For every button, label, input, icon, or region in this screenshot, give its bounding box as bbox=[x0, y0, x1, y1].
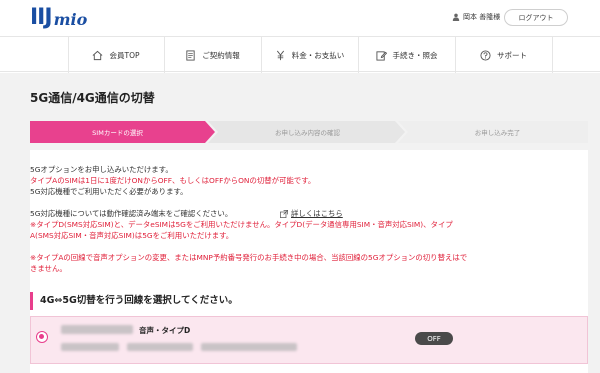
notice-line-8: きません。 bbox=[30, 264, 67, 273]
notice-line-6: A(SMS対応SIM・音声対応SIM)は5Gをご利用いただけます。 bbox=[30, 231, 234, 240]
yen-icon bbox=[276, 50, 284, 60]
nav-item-billing[interactable]: 料金・お支払い bbox=[262, 37, 359, 73]
notice-line-7: ※タイプAの回線で音声オプションの変更、またはMNP予約番号発行のお手続き中の場… bbox=[30, 253, 468, 262]
step-1-label: SIMカードの選択 bbox=[92, 129, 143, 137]
line-type-label: 音声・タイプD bbox=[139, 326, 191, 335]
user-name: 岡本 善隆様 bbox=[463, 13, 501, 21]
nav-label: 手続き・照会 bbox=[392, 50, 438, 60]
redacted-sim-id bbox=[61, 343, 119, 351]
external-link-icon bbox=[280, 209, 288, 218]
nav-item-procedures[interactable]: 手続き・照会 bbox=[359, 37, 456, 73]
redacted-line-detail bbox=[201, 343, 297, 351]
nav-item-support[interactable]: サポート bbox=[456, 37, 553, 73]
site-header: IIJ mio 岡本 善隆様 ログアウト bbox=[0, 0, 600, 33]
user-icon bbox=[452, 13, 460, 21]
document-icon bbox=[186, 49, 195, 61]
user-info: 岡本 善隆様 bbox=[452, 12, 500, 22]
details-link-label: 詳しくはこちら bbox=[291, 209, 343, 218]
home-icon bbox=[93, 50, 103, 60]
nav-label: 会員TOP bbox=[109, 50, 140, 60]
main-nav: 会員TOP ご契約情報 料金・お支払い 手続き・照会 サポート bbox=[0, 36, 600, 73]
notice-line-2: タイプAのSIMは1日に1度だけONからOFF、もしくはOFFからONの切替が可… bbox=[30, 176, 316, 185]
iijmio-logo[interactable]: IIJ mio bbox=[30, 5, 87, 29]
redacted-sim-detail bbox=[127, 343, 193, 351]
details-link[interactable]: 詳しくはこちら bbox=[280, 208, 343, 219]
nav-item-member-top[interactable]: 会員TOP bbox=[67, 37, 165, 73]
step-3-label: お申し込み完了 bbox=[474, 129, 521, 137]
logo-main-text: IIJ bbox=[30, 5, 53, 30]
5g-toggle-button[interactable]: OFF bbox=[415, 332, 453, 345]
step-2-label: お申し込み内容の確認 bbox=[275, 129, 340, 137]
line-radio-button[interactable] bbox=[36, 331, 48, 343]
notice-line-5: ※タイプD(SMS対応SIM)と、データeSIMは5Gをご利用いただけません。タ… bbox=[30, 220, 453, 229]
redacted-phone-number bbox=[61, 325, 133, 334]
line-option-row[interactable]: 音声・タイプD OFF bbox=[30, 316, 588, 364]
notice-line-4: 5G対応機種については動作確認済み端末をご確認ください。 bbox=[30, 209, 233, 218]
section-heading: 4G⇔5G切替を行う回線を選択してください。 bbox=[30, 292, 588, 310]
nav-label: サポート bbox=[497, 50, 527, 60]
question-icon bbox=[480, 49, 491, 61]
nav-label: ご契約情報 bbox=[202, 50, 240, 60]
nav-label: 料金・お支払い bbox=[291, 50, 345, 60]
pencil-icon bbox=[375, 50, 387, 61]
notice-line-1: 5Gオプションをお申し込みいただけます。 bbox=[30, 165, 173, 174]
logout-button[interactable]: ログアウト bbox=[504, 9, 568, 26]
progress-stepper: SIMカードの選択 お申し込み内容の確認 お申し込み完了 bbox=[30, 121, 588, 143]
nav-item-contract-info[interactable]: ご契約情報 bbox=[165, 37, 262, 73]
logo-sub-text: mio bbox=[53, 10, 88, 29]
page-title: 5G通信/4G通信の切替 bbox=[30, 91, 155, 105]
notice-line-3: 5G対応機種でご利用いただく必要があります。 bbox=[30, 187, 188, 196]
